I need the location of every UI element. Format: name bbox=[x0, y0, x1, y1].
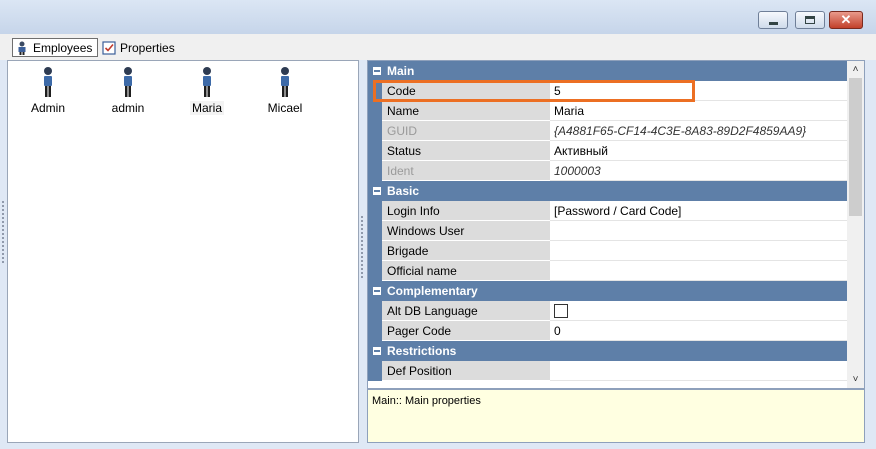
left-splitter[interactable] bbox=[0, 180, 6, 300]
employee-item[interactable]: Micael bbox=[250, 66, 320, 115]
employee-item[interactable]: Admin bbox=[13, 66, 83, 115]
scroll-up-icon[interactable]: ˄ bbox=[847, 61, 864, 78]
property-row-def-position[interactable]: Def Position bbox=[368, 361, 847, 381]
property-value[interactable]: Активный bbox=[550, 141, 847, 161]
category-title: Main bbox=[387, 64, 415, 78]
middle-splitter[interactable] bbox=[359, 195, 367, 305]
category-title: Restrictions bbox=[387, 344, 457, 358]
employee-list: Admin admin Maria Micael bbox=[7, 60, 359, 443]
property-name: Brigade bbox=[382, 241, 550, 261]
description-panel: Main:: Main properties bbox=[367, 389, 865, 443]
property-name: Windows User bbox=[382, 221, 550, 241]
category-restrictions[interactable]: Restrictions bbox=[368, 341, 847, 361]
property-row-official-name[interactable]: Official name bbox=[368, 261, 847, 281]
close-icon: ✕ bbox=[840, 12, 852, 27]
property-value[interactable]: 0 bbox=[550, 321, 847, 341]
minimize-button[interactable] bbox=[758, 11, 788, 29]
employee-icon bbox=[203, 67, 211, 97]
category-title: Basic bbox=[387, 184, 420, 198]
category-main[interactable]: Main bbox=[368, 61, 847, 81]
property-row-login-info[interactable]: Login Info [Password / Card Code] bbox=[368, 201, 847, 221]
employee-name: Admin bbox=[30, 101, 65, 115]
tab-bar: Employees Properties bbox=[0, 34, 876, 60]
category-title: Complementary bbox=[387, 284, 478, 298]
employee-item[interactable]: admin bbox=[93, 66, 163, 115]
window-titlebar: ✕ bbox=[0, 0, 876, 35]
collapse-icon[interactable] bbox=[373, 187, 381, 195]
property-value bbox=[550, 301, 847, 321]
property-name: Login Info bbox=[382, 201, 550, 221]
scroll-down-icon[interactable]: ˅ bbox=[847, 371, 864, 388]
property-name: Alt DB Language bbox=[382, 301, 550, 321]
property-value: 1000003 bbox=[550, 161, 847, 181]
employee-name: admin bbox=[111, 101, 145, 115]
tab-properties[interactable]: Properties bbox=[102, 38, 175, 57]
maximize-button[interactable] bbox=[795, 11, 825, 29]
splitter-grip-icon bbox=[360, 215, 364, 279]
property-name: Ident bbox=[382, 161, 550, 181]
minimize-icon bbox=[769, 22, 778, 25]
property-value[interactable]: Maria bbox=[550, 101, 847, 121]
property-value[interactable] bbox=[550, 221, 847, 241]
tab-properties-label: Properties bbox=[120, 40, 175, 55]
vertical-scrollbar[interactable]: ˄ ˅ bbox=[847, 61, 864, 388]
tab-employees-label: Employees bbox=[33, 40, 93, 55]
employee-name: Micael bbox=[267, 101, 303, 115]
property-row-name[interactable]: Name Maria bbox=[368, 101, 847, 121]
property-name: Pager Code bbox=[382, 321, 550, 341]
employee-icon bbox=[18, 41, 26, 55]
property-row-ident[interactable]: Ident 1000003 bbox=[368, 161, 847, 181]
employee-icon bbox=[44, 67, 52, 97]
properties-icon bbox=[102, 40, 116, 55]
maximize-icon bbox=[805, 16, 815, 24]
category-basic[interactable]: Basic bbox=[368, 181, 847, 201]
property-name: Def Position bbox=[382, 361, 550, 381]
property-name: Official name bbox=[382, 261, 550, 281]
employee-icon bbox=[281, 67, 289, 97]
property-row-windows-user[interactable]: Windows User bbox=[368, 221, 847, 241]
employee-icon bbox=[124, 67, 132, 97]
property-value[interactable] bbox=[550, 241, 847, 261]
collapse-icon[interactable] bbox=[373, 347, 381, 355]
property-row-pager-code[interactable]: Pager Code 0 bbox=[368, 321, 847, 341]
property-name: Status bbox=[382, 141, 550, 161]
property-name: Name bbox=[382, 101, 550, 121]
property-rows: Main Code 5 Name Maria GUID {A4881F65-CF14-… bbox=[368, 61, 847, 381]
alt-db-language-checkbox[interactable] bbox=[554, 303, 568, 318]
property-value[interactable] bbox=[550, 361, 847, 381]
property-row-alt-db-language[interactable]: Alt DB Language bbox=[368, 301, 847, 321]
tab-employees[interactable]: Employees bbox=[12, 38, 98, 57]
code-row-highlight bbox=[373, 80, 695, 102]
scroll-thumb[interactable] bbox=[849, 78, 862, 216]
description-text: Main:: Main properties bbox=[372, 395, 481, 407]
employee-name: Maria bbox=[189, 101, 224, 115]
property-row-status[interactable]: Status Активный bbox=[368, 141, 847, 161]
employee-item-selected[interactable]: Maria bbox=[172, 66, 242, 115]
property-value[interactable] bbox=[550, 261, 847, 281]
close-button[interactable]: ✕ bbox=[829, 11, 863, 29]
property-name: GUID bbox=[382, 121, 550, 141]
collapse-icon[interactable] bbox=[373, 287, 381, 295]
splitter-grip-icon bbox=[1, 200, 5, 264]
property-row-brigade[interactable]: Brigade bbox=[368, 241, 847, 261]
category-complementary[interactable]: Complementary bbox=[368, 281, 847, 301]
property-value[interactable]: [Password / Card Code] bbox=[550, 201, 847, 221]
property-grid: Main Code 5 Name Maria GUID {A4881F65-CF14-… bbox=[367, 60, 865, 389]
property-row-guid[interactable]: GUID {A4881F65-CF14-4C3E-8A83-89D2F4859AA… bbox=[368, 121, 847, 141]
property-value: {A4881F65-CF14-4C3E-8A83-89D2F4859AA9} bbox=[550, 121, 847, 141]
collapse-icon[interactable] bbox=[373, 67, 381, 75]
